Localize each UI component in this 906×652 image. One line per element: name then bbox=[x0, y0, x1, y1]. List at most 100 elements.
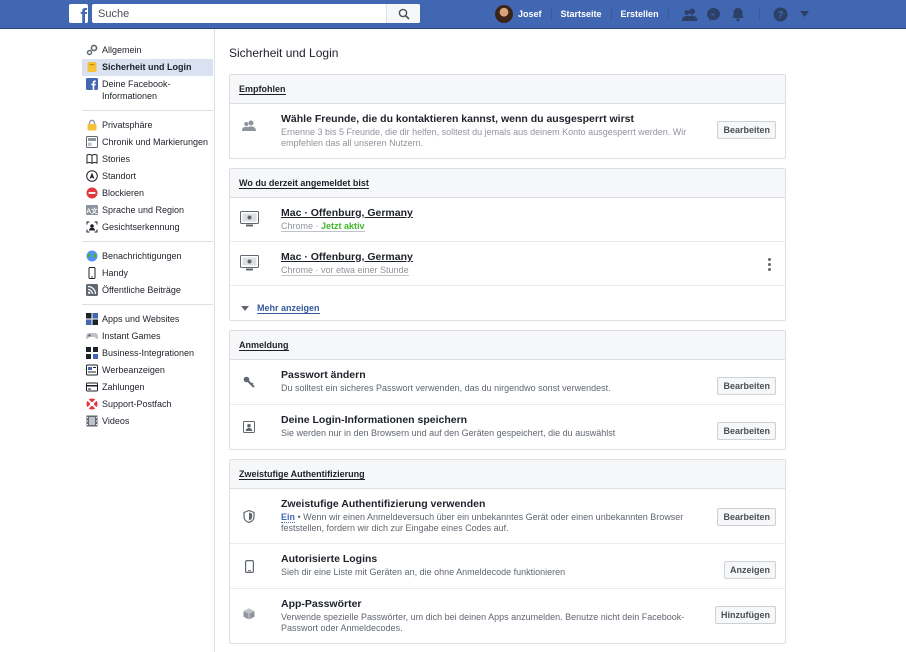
top-nav-right: Josef Startseite Erstellen ? bbox=[495, 0, 817, 28]
authorized-logins-row: Autorisierte Logins Sieh dir eine Liste … bbox=[230, 543, 785, 588]
session-separator: · bbox=[313, 221, 322, 232]
sidebar-item-benachrichtigungen[interactable]: Benachrichtigungen bbox=[82, 248, 213, 265]
sidebar-item-label: Deine Facebook-Informationen bbox=[102, 79, 171, 101]
change-password-row: Passwort ändern Du solltest ein sicheres… bbox=[230, 360, 785, 404]
row-description: Sieh dir eine Liste mit Geräten an, die … bbox=[281, 567, 566, 577]
nav-separator bbox=[758, 7, 760, 21]
sidebar-item-allgemein[interactable]: Allgemein bbox=[82, 42, 213, 59]
row-description: Du solltest ein sicheres Passwort verwen… bbox=[281, 383, 611, 393]
sidebar-item-label: Handy bbox=[102, 268, 129, 278]
facebook-icon bbox=[86, 78, 98, 90]
create-link[interactable]: Erstellen bbox=[621, 9, 659, 19]
apps-icon bbox=[86, 313, 98, 325]
section-header-label: Wo du derzeit angemeldet bist bbox=[239, 178, 369, 189]
sidebar-item-support-postfach[interactable]: Support-Postfach bbox=[82, 396, 213, 413]
sidebar-item-öffentliche-beiträge[interactable]: Öffentliche Beiträge bbox=[82, 282, 213, 299]
rss-icon bbox=[86, 284, 98, 296]
profile-link[interactable]: Josef bbox=[518, 9, 542, 19]
sidebar-item-business-integrationen[interactable]: Business-Integrationen bbox=[82, 345, 213, 362]
row-description: Verwende spezielle Passwörter, um dich b… bbox=[281, 612, 685, 633]
book-icon bbox=[86, 153, 98, 165]
badge-icon bbox=[86, 61, 98, 73]
sidebar-item-apps-und-websites[interactable]: Apps und Websites bbox=[82, 311, 213, 328]
session-separator: · bbox=[313, 265, 322, 276]
sidebar-item-label: Chronik und Markierungen bbox=[102, 137, 209, 147]
row-text: Wähle Freunde, die du kontaktieren kanns… bbox=[281, 113, 717, 149]
session-device[interactable]: Mac · Offenburg, Germany bbox=[281, 207, 766, 220]
row-text: Passwort ändern Du solltest ein sicheres… bbox=[281, 369, 717, 394]
caret-down-icon bbox=[800, 11, 810, 17]
session-details: Chrome · vor etwa einer Stunde bbox=[281, 265, 766, 276]
svg-text:A文: A文 bbox=[86, 206, 98, 215]
sidebar-item-gesichtserkennung[interactable]: Gesichtserkennung bbox=[82, 219, 213, 236]
add-app-password-button[interactable]: Hinzufügen bbox=[715, 606, 776, 624]
edit-password-button[interactable]: Bearbeiten bbox=[717, 377, 776, 395]
row-text: Zweistufige Authentifizierung verwenden … bbox=[281, 498, 717, 534]
row-description: Ein • Wenn wir einen Anmeldeversuch über… bbox=[281, 512, 707, 534]
sidebar-group: Privatsphäre Chronik und Markierungen Stor… bbox=[82, 117, 213, 242]
home-link[interactable]: Startseite bbox=[561, 9, 602, 19]
desktop-icon bbox=[239, 211, 259, 227]
sidebar-item-stories[interactable]: Stories bbox=[82, 151, 213, 168]
avatar[interactable] bbox=[495, 5, 513, 23]
search-input[interactable] bbox=[92, 4, 388, 23]
edit-save-login-button[interactable]: Bearbeiten bbox=[717, 422, 776, 440]
sidebar-item-standort[interactable]: Standort bbox=[82, 168, 213, 185]
sidebar-item-label: Instant Games bbox=[102, 331, 161, 341]
sidebar-item-videos[interactable]: Videos bbox=[82, 413, 213, 430]
sidebar-item-sicherheit-und-login[interactable]: Sicherheit und Login bbox=[82, 59, 213, 76]
session-status: vor etwa einer Stunde bbox=[321, 265, 409, 276]
login-section: Anmeldung Passwort ändern Du solltest ei… bbox=[229, 330, 786, 450]
friend-requests-button[interactable] bbox=[678, 0, 702, 28]
row-text: App-Passwörter Verwende spezielle Passwö… bbox=[281, 598, 715, 634]
view-authorized-logins-button[interactable]: Anzeigen bbox=[723, 561, 776, 579]
session-details: Chrome · Jetzt aktiv bbox=[281, 221, 766, 232]
messenger-button[interactable] bbox=[702, 0, 726, 28]
sidebar-item-label: Videos bbox=[102, 416, 130, 426]
help-button[interactable]: ? bbox=[769, 0, 793, 28]
section-header: Anmeldung bbox=[230, 331, 785, 360]
nav-separator bbox=[550, 7, 552, 21]
sidebar-item-privatsphäre[interactable]: Privatsphäre bbox=[82, 117, 213, 134]
two-factor-status-badge: Ein bbox=[281, 512, 296, 523]
row-title: App-Passwörter bbox=[281, 598, 362, 610]
sidebar-item-chronik-und-markierungen[interactable]: Chronik und Markierungen bbox=[82, 134, 213, 151]
session-row[interactable]: Mac · Offenburg, Germany Chrome · vor et… bbox=[230, 241, 785, 285]
language-icon: A文 bbox=[86, 204, 98, 216]
payment-icon bbox=[86, 381, 98, 393]
section-header-label: Anmeldung bbox=[239, 340, 289, 351]
two-factor-description-text: • Wenn wir einen Anmeldeversuch über ein… bbox=[281, 512, 684, 533]
notifications-button[interactable] bbox=[726, 0, 750, 28]
session-row[interactable]: Mac · Offenburg, Germany Chrome · Jetzt … bbox=[230, 198, 785, 241]
sidebar-item-label: Gesichtserkennung bbox=[102, 222, 180, 232]
row-text: Autorisierte Logins Sieh dir eine Liste … bbox=[281, 553, 724, 578]
top-navigation-bar: f Josef Startseite Erstellen ? bbox=[0, 0, 906, 29]
show-more-link[interactable]: Mehr anzeigen bbox=[230, 285, 785, 320]
search-button[interactable] bbox=[386, 4, 420, 23]
phone-icon bbox=[86, 267, 98, 279]
messenger-icon bbox=[707, 7, 721, 21]
two-factor-row: Zweistufige Authentifizierung verwenden … bbox=[230, 489, 785, 543]
trusted-contacts-row: Wähle Freunde, die du kontaktieren kanns… bbox=[230, 104, 785, 158]
search-box bbox=[92, 4, 420, 23]
sidebar-item-blockieren[interactable]: Blockieren bbox=[82, 185, 213, 202]
sidebar-item-instant-games[interactable]: Instant Games bbox=[82, 328, 213, 345]
edit-two-factor-button[interactable]: Bearbeiten bbox=[717, 508, 776, 526]
svg-text:?: ? bbox=[778, 10, 784, 21]
sidebar-item-handy[interactable]: Handy bbox=[82, 265, 213, 282]
more-options-icon[interactable] bbox=[768, 258, 771, 271]
facebook-logo[interactable]: f bbox=[69, 4, 88, 23]
edit-trusted-contacts-button[interactable]: Bearbeiten bbox=[717, 121, 776, 139]
lifebuoy-icon bbox=[86, 398, 98, 410]
row-text: Mac · Offenburg, Germany Chrome · Jetzt … bbox=[281, 207, 776, 232]
account-menu-button[interactable] bbox=[793, 0, 817, 28]
sidebar-item-sprache-und-region[interactable]: A文 Sprache und Region bbox=[82, 202, 213, 219]
sidebar-item-zahlungen[interactable]: Zahlungen bbox=[82, 379, 213, 396]
row-title: Deine Login-Informationen speichern bbox=[281, 414, 468, 426]
sidebar-item-label: Sprache und Region bbox=[102, 205, 185, 215]
sidebar-item-werbeanzeigen[interactable]: Werbeanzeigen bbox=[82, 362, 213, 379]
globe-icon bbox=[86, 250, 98, 262]
sidebar-item-deine-facebook-informationen[interactable]: Deine Facebook-Informationen bbox=[82, 76, 213, 105]
lock-icon bbox=[86, 119, 98, 131]
session-device[interactable]: Mac · Offenburg, Germany bbox=[281, 251, 766, 264]
